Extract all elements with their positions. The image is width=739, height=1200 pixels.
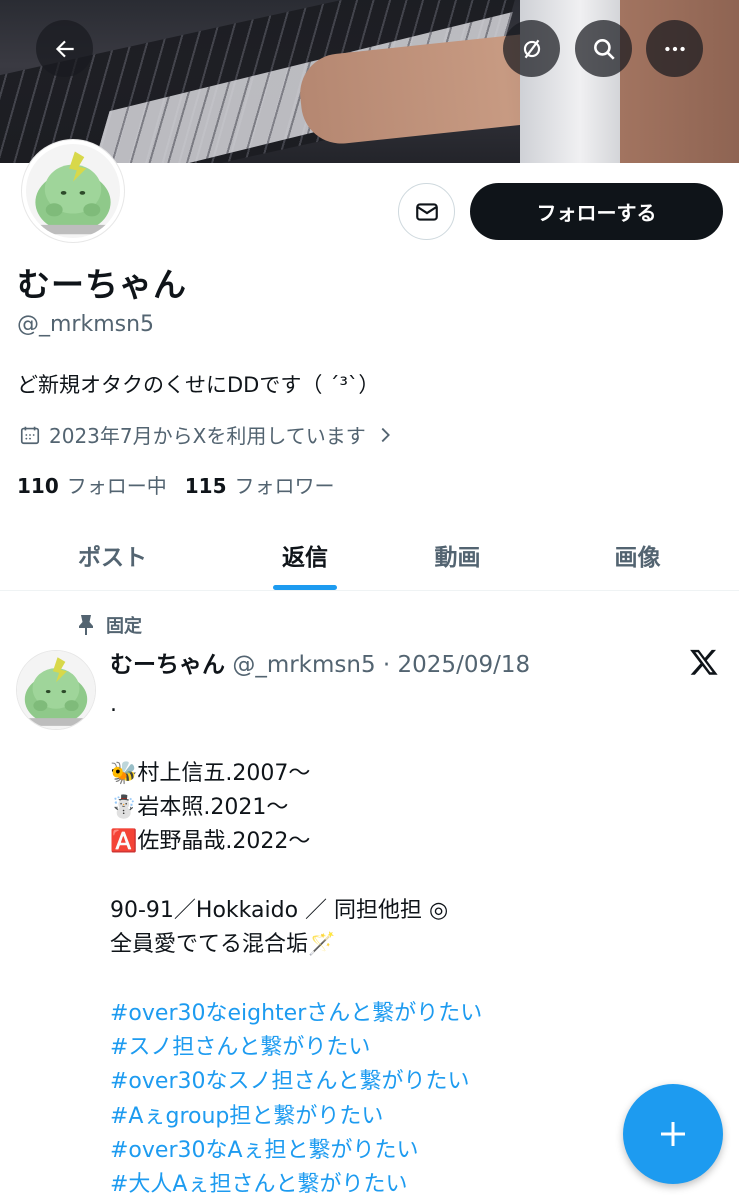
followers-stat[interactable]: 115 フォロワー: [185, 470, 335, 499]
follow-stats: 110 フォロー中 115 フォロワー: [17, 470, 335, 499]
post-line: ☃️岩本照.2021～: [110, 794, 289, 820]
tab-posts[interactable]: ポスト: [20, 520, 205, 590]
post-line: 90-91／Hokkaido ／ 同担他担 ◎: [110, 897, 449, 923]
profile-bio: ど新規オタクのくせにDDです（ ´³`）: [17, 373, 380, 397]
plus-icon: [661, 1122, 685, 1146]
joined-text: 2023年7月からXを利用しています: [49, 424, 366, 448]
following-count: 110: [17, 474, 59, 498]
tab-images[interactable]: 画像: [550, 520, 725, 590]
post-author-handle[interactable]: @_mrkmsn5: [232, 652, 375, 678]
hashtag-link[interactable]: #over30なAぇ担と繋がりたい: [110, 1134, 710, 1168]
post-line: [110, 962, 710, 996]
pinned-text: 固定: [106, 616, 142, 637]
post-line: [110, 859, 710, 893]
compose-button[interactable]: [623, 1084, 723, 1184]
more-button[interactable]: [646, 20, 703, 77]
post-header: むーちゃん @_mrkmsn5 · 2025/09/18: [110, 645, 530, 679]
post-author-name[interactable]: むーちゃん: [110, 652, 225, 678]
profile-handle: @_mrkmsn5: [17, 312, 155, 337]
profile-name: むーちゃん: [17, 265, 187, 304]
followers-label: フォロワー: [234, 474, 335, 498]
profile-banner[interactable]: [0, 0, 739, 163]
envelope-icon: [415, 202, 438, 221]
follow-button[interactable]: フォローする: [470, 183, 723, 240]
green-character-avatar: [26, 144, 120, 238]
post-line: 🐝村上信五.2007～: [110, 760, 311, 786]
followers-count: 115: [184, 474, 227, 498]
active-tab-indicator: [273, 585, 337, 590]
hashtag-link[interactable]: #スノ担さんと繋がりたい: [110, 1031, 710, 1065]
post-line: [110, 722, 710, 756]
following-stat[interactable]: 110 フォロー中: [17, 470, 167, 499]
post-line: 全員愛でてる混合垢🪄: [110, 932, 336, 958]
search-button[interactable]: [575, 20, 632, 77]
post-date[interactable]: 2025/09/18: [398, 652, 531, 678]
message-button[interactable]: [398, 183, 455, 240]
search-icon: [593, 38, 615, 60]
x-logo-icon[interactable]: [689, 647, 719, 677]
hashtag-link[interactable]: #大人Aぇ担さんと繋がりたい: [110, 1168, 710, 1200]
tab-videos[interactable]: 動画: [370, 520, 545, 590]
post-line: .: [110, 692, 117, 717]
chevron-right-icon: [381, 427, 390, 442]
hashtag-link[interactable]: #over30なスノ担さんと繋がりたい: [110, 1065, 710, 1099]
hashtag-link[interactable]: #Aぇgroup担と繋がりたい: [110, 1100, 710, 1134]
arrow-left-icon: [55, 40, 74, 57]
joined-info[interactable]: 2023年7月からXを利用しています: [19, 420, 396, 449]
more-dots-icon: [664, 46, 685, 51]
post-text: . 🐝村上信五.2007～ ☃️岩本照.2021～ 🅰️佐野晶哉.2022～ 9…: [110, 688, 710, 1200]
profile-avatar[interactable]: [22, 140, 124, 242]
pin-icon: [79, 615, 93, 635]
post-line: 🅰️佐野晶哉.2022～: [110, 829, 311, 855]
translate-button[interactable]: [503, 20, 560, 77]
profile-tabs: ポスト 返信 動画 画像: [0, 520, 739, 591]
hashtag-link[interactable]: #over30なeighterさんと繋がりたい: [110, 997, 710, 1031]
pinned-label: 固定: [76, 612, 142, 638]
back-button[interactable]: [36, 20, 93, 77]
following-label: フォロー中: [66, 474, 167, 498]
calendar-icon: [20, 426, 40, 444]
globe-slash-icon: [523, 39, 540, 58]
post-separator: ·: [382, 652, 391, 678]
green-character-avatar: [17, 651, 95, 729]
post-author-avatar[interactable]: [16, 650, 96, 730]
